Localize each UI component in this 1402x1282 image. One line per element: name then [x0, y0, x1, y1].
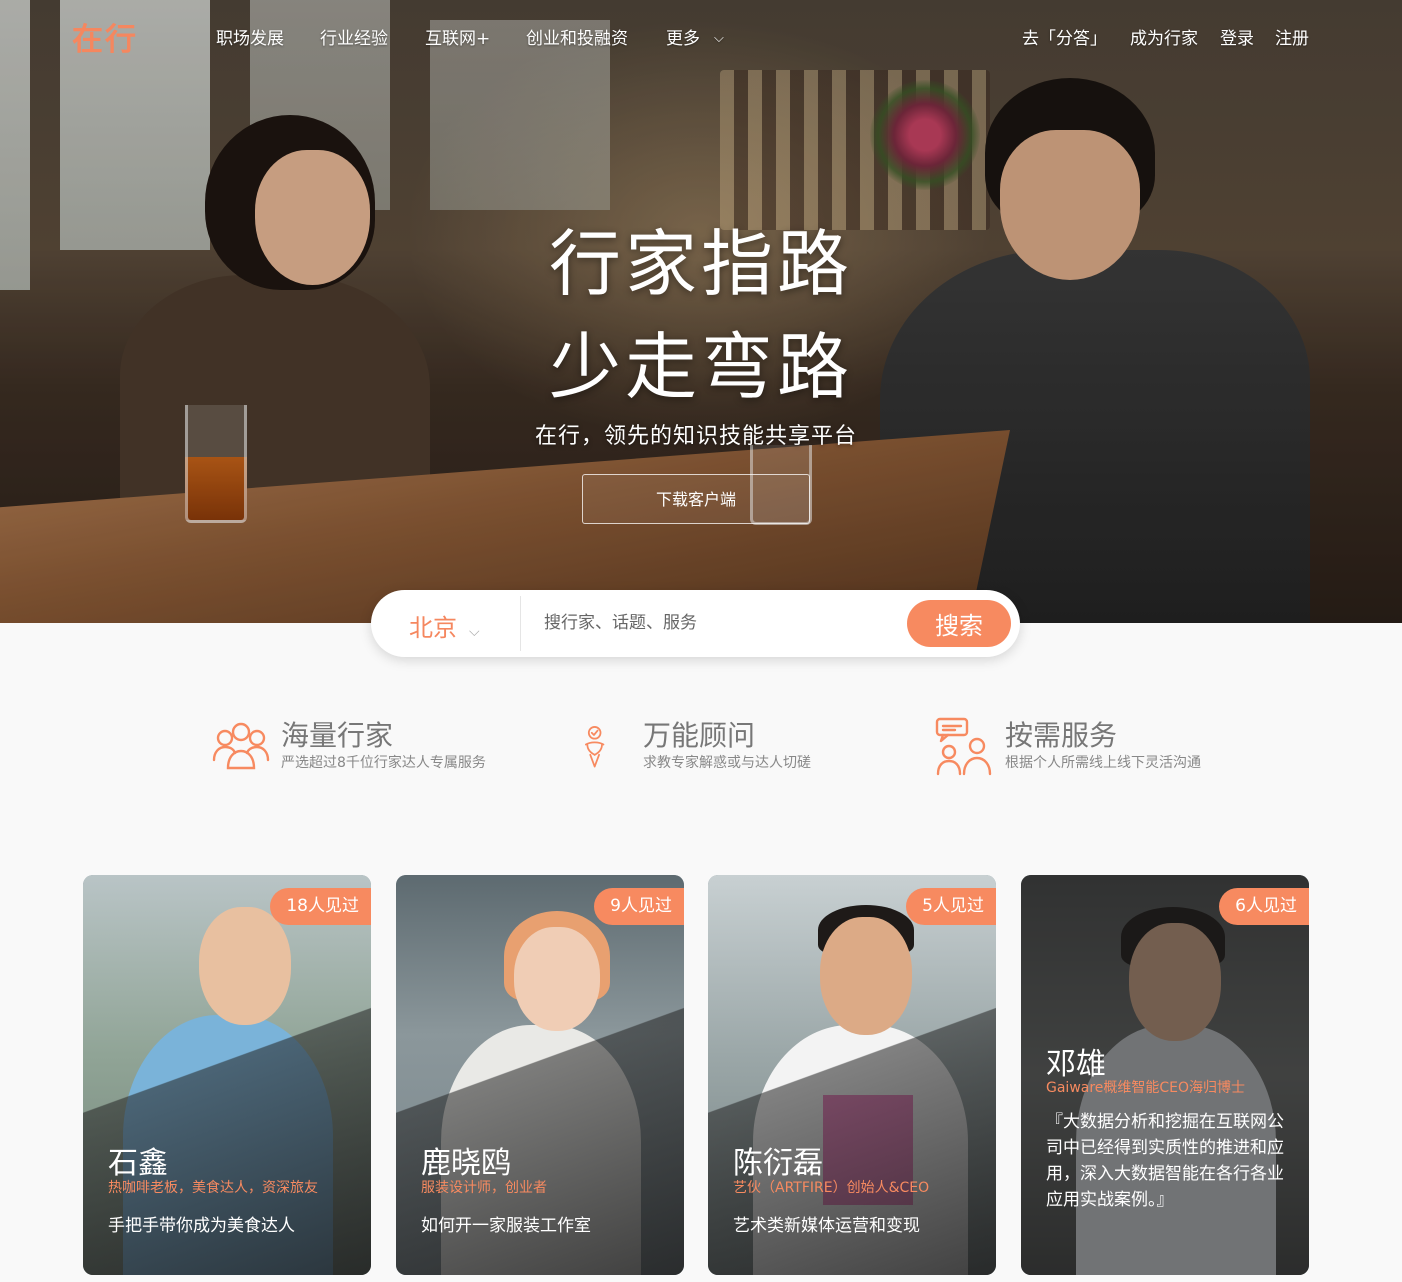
expert-card[interactable]: 18人见过 石鑫 热咖啡老板，美食达人，资深旅友 手把手带你成为美食达人: [83, 875, 371, 1275]
city-selector[interactable]: 北京 ⌵: [409, 608, 480, 643]
expert-card[interactable]: 6人见过 邓雄 Gaiware概维智能CEO海归博士 『大数据分析和挖掘在互联网…: [1021, 875, 1309, 1275]
search-bar: 北京 ⌵ 搜索: [371, 590, 1020, 657]
expert-card[interactable]: 5人见过 陈衍磊 艺伙（ARTFIRE）创始人&CEO 艺术类新媒体运营和变现: [708, 875, 996, 1275]
meet-count-badge: 6人见过: [1219, 888, 1309, 925]
expert-role: Gaiware概维智能CEO海归博士: [1046, 1080, 1246, 1096]
meet-count-badge: 18人见过: [270, 888, 371, 925]
nav-item-more[interactable]: 更多 ⌵: [666, 24, 724, 49]
hero-banner: 行家指路 少走弯路 在行，领先的知识技能共享平台 下载客户端: [0, 0, 1402, 623]
expert-quote: 『大数据分析和挖掘在互联网公司中已经得到实质性的推进和应用，深入大数据智能在各行…: [1046, 1112, 1284, 1210]
people-group-icon: [212, 722, 270, 770]
expert-name: 陈衍磊: [733, 1146, 823, 1181]
feature-title: 海量行家: [281, 719, 394, 752]
search-divider: [520, 596, 521, 651]
nav-item-startup[interactable]: 创业和投融资: [526, 24, 628, 49]
feature-title: 按需服务: [1005, 719, 1118, 752]
top-nav: 在行 职场发展 行业经验 互联网+ 创业和投融资 更多 ⌵ 去「分答」 成为行家 …: [0, 0, 1402, 68]
expert-role: 艺伙（ARTFIRE）创始人&CEO: [733, 1180, 930, 1196]
hero-subtitle: 在行，领先的知识技能共享平台: [534, 424, 857, 449]
search-button[interactable]: 搜索: [907, 600, 1011, 647]
expert-name: 石鑫: [108, 1146, 168, 1181]
expert-role: 服装设计师，创业者: [421, 1180, 547, 1196]
download-app-button[interactable]: 下载客户端: [582, 474, 810, 524]
hero-headline-2: 少走弯路: [548, 325, 853, 409]
nav-item-become-expert[interactable]: 成为行家: [1130, 24, 1198, 49]
feature-title: 万能顾问: [643, 719, 756, 752]
login-link[interactable]: 登录: [1220, 24, 1254, 49]
expert-topic: 艺术类新媒体运营和变现: [733, 1216, 920, 1236]
nav-item-industry[interactable]: 行业经验: [320, 24, 388, 49]
meet-count-badge: 5人见过: [906, 888, 996, 925]
expert-role: 热咖啡老板，美食达人，资深旅友: [108, 1180, 318, 1196]
nav-item-fenda[interactable]: 去「分答」: [1022, 24, 1107, 49]
register-link[interactable]: 注册: [1275, 24, 1309, 49]
nav-item-more-label: 更多: [666, 29, 700, 49]
expert-name: 鹿晓鸥: [421, 1146, 511, 1181]
feature-desc: 严选超过8千位行家达人专属服务: [281, 755, 486, 771]
nav-item-career[interactable]: 职场发展: [216, 24, 284, 49]
nav-item-internet[interactable]: 互联网+: [425, 24, 490, 49]
advisor-icon: [584, 726, 605, 768]
meet-count-badge: 9人见过: [594, 888, 684, 925]
chevron-down-icon: ⌵: [714, 31, 724, 46]
expert-topic: 手把手带你成为美食达人: [108, 1216, 295, 1236]
chat-service-icon: [935, 717, 992, 776]
logo[interactable]: 在行: [72, 14, 138, 59]
feature-desc: 求教专家解惑或与达人切磋: [643, 755, 811, 771]
search-input[interactable]: [544, 608, 884, 638]
expert-card[interactable]: 9人见过 鹿晓鸥 服装设计师，创业者 如何开一家服装工作室: [396, 875, 684, 1275]
hero-headline-1: 行家指路: [548, 222, 853, 306]
expert-topic: 如何开一家服装工作室: [421, 1216, 591, 1236]
city-label: 北京: [409, 614, 457, 642]
chevron-down-icon: ⌵: [469, 624, 480, 640]
feature-desc: 根据个人所需线上线下灵活沟通: [1005, 755, 1201, 771]
